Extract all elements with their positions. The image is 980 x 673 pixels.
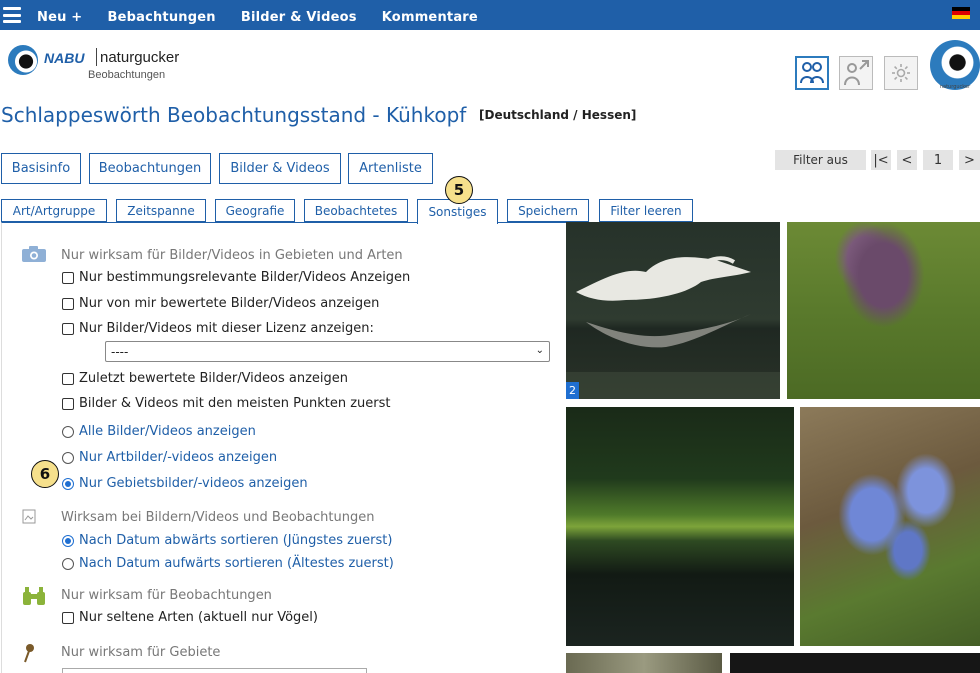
radio-selected[interactable] xyxy=(62,477,74,490)
top-nav: Neu + Bebachtungen Bilder & Videos Komme… xyxy=(37,6,498,25)
option-label: Zuletzt bewertete Bilder/Videos anzeigen xyxy=(79,371,349,386)
checkbox[interactable] xyxy=(62,372,74,385)
filter-panel-other xyxy=(1,222,566,673)
filter-tab-clear[interactable]: Filter leeren xyxy=(599,199,693,222)
logo-product: naturgucker xyxy=(100,49,180,66)
map-pin-icon xyxy=(24,644,34,663)
option-label: Nur von mir bewertete Bilder/Videos anze… xyxy=(79,296,380,311)
camera-icon xyxy=(22,246,46,262)
checkbox[interactable] xyxy=(62,322,74,335)
menu-icon[interactable] xyxy=(3,7,21,23)
filter-tab-save[interactable]: Speichern xyxy=(507,199,589,222)
eye-logo-caption: naturgucker xyxy=(939,84,971,90)
radio[interactable] xyxy=(62,557,74,570)
radio[interactable] xyxy=(62,425,74,438)
section-observations-only: Nur wirksam für Beobachtungen xyxy=(61,588,272,603)
eye-logo-icon xyxy=(8,45,38,75)
checkbox[interactable] xyxy=(62,297,74,310)
page-number[interactable]: 1 xyxy=(923,150,953,170)
option-label: Nur seltene Arten (aktuell nur Vögel) xyxy=(79,610,318,625)
logo-subtitle: Beobachtungen xyxy=(88,69,166,81)
logo-separator xyxy=(96,48,97,66)
option-most-points[interactable]: Bilder & Videos mit den meisten Punkten … xyxy=(62,396,390,411)
filter-off-button[interactable]: Filter aus xyxy=(775,150,866,170)
option-label: Nach Datum abwärts sortieren (Jüngstes z… xyxy=(79,533,393,548)
option-rare-species[interactable]: Nur seltene Arten (aktuell nur Vögel) xyxy=(62,610,318,625)
section-media-only: Nur wirksam für Bilder/Videos in Gebiete… xyxy=(61,248,403,263)
radio-sort-date-asc[interactable]: Nach Datum aufwärts sortieren (Ältestes … xyxy=(62,556,394,571)
radio-sort-date-desc[interactable]: Nach Datum abwärts sortieren (Jüngstes z… xyxy=(62,533,392,548)
photo-swan[interactable] xyxy=(566,222,780,399)
filter-tab-geography[interactable]: Geografie xyxy=(215,199,295,222)
de-flag-icon[interactable] xyxy=(952,7,970,19)
option-label: Nur Artbilder/-videos anzeigen xyxy=(79,450,278,465)
chevron-down-icon: ⌄ xyxy=(535,345,544,356)
user-export-button[interactable] xyxy=(839,56,873,90)
section-areas-only: Nur wirksam für Gebiete xyxy=(61,645,221,660)
filter-tab-species[interactable]: Art/Artgruppe xyxy=(1,199,107,222)
top-navigation-bar: Neu + Bebachtungen Bilder & Videos Komme… xyxy=(0,0,980,30)
option-rated-by-me[interactable]: Nur von mir bewertete Bilder/Videos anze… xyxy=(62,296,379,311)
tab-basisinfo[interactable]: Basisinfo xyxy=(1,153,81,184)
option-label: Alle Bilder/Videos anzeigen xyxy=(79,424,256,439)
community-button[interactable] xyxy=(795,56,829,90)
tab-observations[interactable]: Beobachtungen xyxy=(89,153,211,184)
binoculars-icon xyxy=(23,587,45,605)
nav-comments[interactable]: Kommentare xyxy=(382,10,478,25)
photo-scilla-flower[interactable] xyxy=(800,407,980,646)
photo-count-badge: 2 xyxy=(566,382,579,399)
photo-grass-bird[interactable] xyxy=(566,407,794,646)
step-badge-6: 6 xyxy=(31,460,59,488)
nabu-logo[interactable]: NABU naturgucker Beobachtungen xyxy=(8,43,180,85)
broken-image-icon xyxy=(22,509,36,524)
photo-allium-flower[interactable] xyxy=(787,222,980,399)
next-page-button[interactable]: > xyxy=(959,150,980,170)
option-relevant-media[interactable]: Nur bestimmungsrelevante Bilder/Videos A… xyxy=(62,270,410,285)
page-title: Schlappeswörth Beobachtungsstand - Kühko… xyxy=(1,103,467,127)
option-label: Bilder & Videos mit den meisten Punkten … xyxy=(79,396,391,411)
license-select[interactable]: ---- ⌄ xyxy=(105,341,550,362)
option-recently-rated[interactable]: Zuletzt bewertete Bilder/Videos anzeigen xyxy=(62,371,348,386)
radio-species-media[interactable]: Nur Artbilder/-videos anzeigen xyxy=(62,450,277,465)
nav-new[interactable]: Neu + xyxy=(37,10,82,25)
option-label: Nur Gebietsbilder/-videos anzeigen xyxy=(79,476,308,491)
prev-page-button[interactable]: < xyxy=(897,150,917,170)
photo-bottom-right[interactable] xyxy=(730,653,980,673)
tab-images-videos[interactable]: Bilder & Videos xyxy=(219,153,341,184)
person-arrow-icon xyxy=(844,60,869,86)
area-filter-input[interactable] xyxy=(62,668,367,673)
nav-observations[interactable]: Bebachtungen xyxy=(107,10,215,25)
gear-icon xyxy=(892,64,910,82)
nav-images-videos[interactable]: Bilder & Videos xyxy=(241,10,357,25)
option-label: Nur bestimmungsrelevante Bilder/Videos A… xyxy=(79,270,411,285)
people-icon xyxy=(800,62,824,84)
step-badge-5: 5 xyxy=(445,176,473,204)
radio-all-media[interactable]: Alle Bilder/Videos anzeigen xyxy=(62,424,256,439)
tab-species-list[interactable]: Artenliste xyxy=(348,153,433,184)
license-select-value: ---- xyxy=(111,344,129,359)
section-media-and-obs: Wirksam bei Bildern/Videos und Beobachtu… xyxy=(61,510,375,525)
filter-tab-observed[interactable]: Beobachtetes xyxy=(304,199,408,222)
settings-button[interactable] xyxy=(884,56,918,90)
radio-area-media[interactable]: Nur Gebietsbilder/-videos anzeigen xyxy=(62,476,308,491)
naturgucker-eye-logo[interactable] xyxy=(930,40,980,90)
radio-selected[interactable] xyxy=(62,534,74,547)
option-label: Nach Datum aufwärts sortieren (Ältestes … xyxy=(79,556,394,571)
option-license[interactable]: Nur Bilder/Videos mit dieser Lizenz anze… xyxy=(62,321,374,336)
option-label: Nur Bilder/Videos mit dieser Lizenz anze… xyxy=(79,321,374,336)
checkbox[interactable] xyxy=(62,271,74,284)
checkbox[interactable] xyxy=(62,611,74,624)
swan-illustration xyxy=(566,256,780,399)
first-page-button[interactable]: |< xyxy=(871,150,891,170)
checkbox[interactable] xyxy=(62,397,74,410)
photo-bottom-left[interactable] xyxy=(566,653,722,673)
filter-tab-timespan[interactable]: Zeitspanne xyxy=(116,199,206,222)
logo-brand: NABU xyxy=(44,50,85,66)
radio[interactable] xyxy=(62,451,74,464)
region-label: [Deutschland / Hessen] xyxy=(479,108,637,122)
